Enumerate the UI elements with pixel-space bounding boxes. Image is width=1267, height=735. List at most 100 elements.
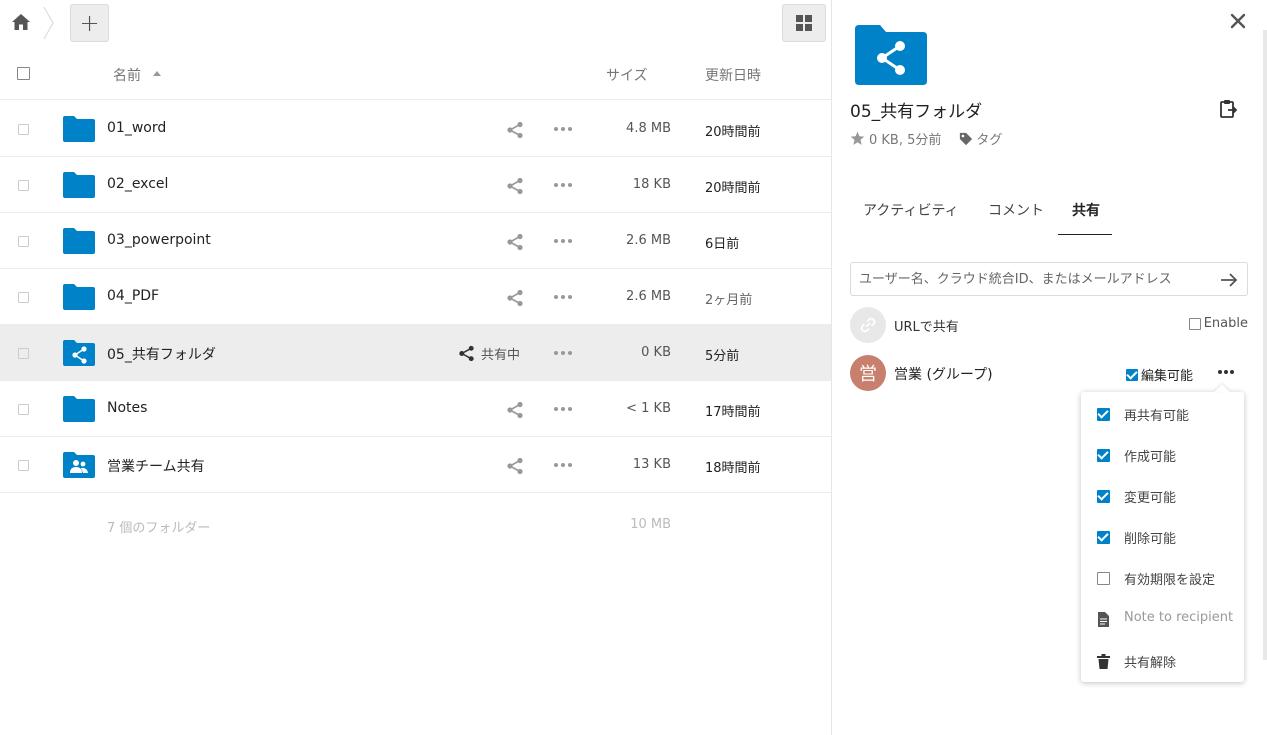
share-icon[interactable] [506, 401, 524, 419]
file-size: 0 KB [641, 345, 671, 360]
table-row[interactable]: Notes < 1 KB 17時間前 [0, 381, 831, 437]
sidebar-file-title: 05_共有フォルダ [850, 102, 983, 122]
more-actions-icon[interactable] [554, 291, 572, 303]
new-button[interactable]: + [70, 4, 109, 42]
can-edit-checkbox[interactable]: 編集可能 [1126, 365, 1193, 384]
file-size: 2.6 MB [626, 289, 671, 304]
menu-item-label: 有効期限を設定 [1124, 573, 1216, 588]
checkbox-checked-icon [1096, 407, 1110, 421]
link-share-label: URLで共有 [894, 320, 959, 335]
arrow-right-icon[interactable] [1219, 270, 1239, 290]
sort-ascending-icon [153, 71, 161, 76]
home-icon [12, 14, 30, 30]
row-checkbox[interactable] [18, 180, 29, 191]
menu-item-can-reshare[interactable]: 再共有可能 [1081, 393, 1244, 434]
table-row-selected[interactable]: 05_共有フォルダ 共有中 0 KB 5分前 [0, 325, 831, 381]
file-name[interactable]: 03_powerpoint [107, 232, 211, 248]
file-size: 4.8 MB [626, 121, 671, 136]
folder-icon [63, 284, 95, 310]
file-modified: 17時間前 [705, 405, 761, 420]
file-name[interactable]: 05_共有フォルダ [107, 344, 216, 364]
row-checkbox[interactable] [18, 292, 29, 303]
menu-item-label: 作成可能 [1124, 450, 1177, 465]
file-meta-text: 0 KB, 5分前 [869, 133, 942, 148]
column-modified[interactable]: 更新日時 [705, 65, 761, 85]
folder-icon [63, 116, 95, 142]
table-row[interactable]: 01_word 4.8 MB 20時間前 [0, 101, 831, 157]
file-list-header: 名前 サイズ 更新日時 [0, 56, 831, 100]
column-size[interactable]: サイズ [606, 65, 648, 85]
checkbox-empty-icon [1188, 317, 1201, 330]
more-actions-icon[interactable] [554, 179, 572, 191]
sidebar-scrollbar[interactable] [1263, 30, 1267, 660]
select-all-checkbox[interactable] [17, 67, 30, 80]
share-with-input[interactable] [851, 263, 1211, 295]
total-size-summary: 10 MB [630, 517, 671, 532]
menu-item-label: 再共有可能 [1124, 409, 1190, 424]
more-options-icon[interactable] [1218, 370, 1234, 376]
more-actions-icon[interactable] [554, 235, 572, 247]
tab-comments[interactable]: コメント [988, 200, 1044, 220]
can-edit-label: 編集可能 [1141, 369, 1194, 384]
file-modified: 18時間前 [705, 461, 761, 476]
share-icon[interactable] [506, 289, 524, 307]
file-meta: 0 KB, 5分前 タグ [850, 129, 1002, 148]
tab-sharing[interactable]: 共有 [1072, 200, 1100, 220]
row-checkbox[interactable] [18, 124, 29, 135]
share-icon[interactable] [506, 233, 524, 251]
link-icon [860, 317, 876, 333]
active-tab-indicator [1058, 234, 1112, 235]
file-name[interactable]: 04_PDF [107, 288, 159, 304]
menu-item-can-delete[interactable]: 削除可能 [1081, 516, 1244, 557]
tags-label: タグ [976, 133, 1003, 148]
row-checkbox[interactable] [18, 236, 29, 247]
folder-icon [63, 228, 95, 254]
tab-activity[interactable]: アクティビティ [863, 200, 959, 220]
file-size: 2.6 MB [626, 233, 671, 248]
share-icon[interactable] [506, 177, 524, 195]
menu-item-note-to-recipient[interactable]: Note to recipient [1081, 598, 1244, 639]
star-icon[interactable] [850, 131, 865, 146]
tags-button[interactable]: タグ [959, 129, 1002, 148]
share-options-menu: 再共有可能 作成可能 変更可能 削除可能 有効期限を設定 Note to rec… [1081, 392, 1244, 682]
breadcrumb-separator [43, 6, 54, 40]
home-breadcrumb[interactable] [10, 11, 32, 33]
row-checkbox[interactable] [18, 348, 29, 359]
more-actions-icon[interactable] [554, 403, 572, 415]
link-avatar [850, 307, 886, 343]
row-checkbox[interactable] [18, 404, 29, 415]
table-row[interactable]: 04_PDF 2.6 MB 2ヶ月前 [0, 269, 831, 325]
table-row[interactable]: 営業チーム共有 13 KB 18時間前 [0, 437, 831, 493]
menu-item-label: 変更可能 [1124, 491, 1177, 506]
menu-item-unshare[interactable]: 共有解除 [1081, 640, 1244, 681]
avatar: 営 [850, 355, 886, 391]
row-checkbox[interactable] [18, 460, 29, 471]
column-name[interactable]: 名前 [113, 65, 141, 85]
close-icon[interactable] [1229, 12, 1247, 30]
more-actions-icon[interactable] [554, 123, 572, 135]
more-actions-icon[interactable] [554, 459, 572, 471]
more-actions-icon[interactable] [554, 347, 572, 359]
note-icon [1097, 611, 1109, 627]
file-name[interactable]: 営業チーム共有 [107, 456, 205, 476]
checkbox-checked-icon [1096, 489, 1110, 503]
share-icon[interactable] [506, 121, 524, 139]
file-name[interactable]: 02_excel [107, 176, 168, 192]
file-name[interactable]: 01_word [107, 120, 166, 136]
table-row[interactable]: 03_powerpoint 2.6 MB 6日前 [0, 213, 831, 269]
file-name[interactable]: Notes [107, 400, 147, 416]
grid-view-toggle[interactable] [782, 4, 826, 42]
file-modified: 5分前 [705, 349, 740, 364]
share-icon [459, 345, 474, 361]
trash-icon [1096, 653, 1110, 669]
share-icon[interactable] [506, 457, 524, 475]
clipboard-icon[interactable] [1218, 99, 1238, 119]
table-row[interactable]: 02_excel 18 KB 20時間前 [0, 157, 831, 213]
grid-icon [796, 15, 812, 31]
menu-item-can-change[interactable]: 変更可能 [1081, 475, 1244, 516]
menu-item-can-create[interactable]: 作成可能 [1081, 434, 1244, 475]
menu-item-set-expiration[interactable]: 有効期限を設定 [1081, 557, 1244, 598]
sidebar-tabs: アクティビティ コメント 共有 [850, 190, 1248, 236]
shared-status-button[interactable]: 共有中 [458, 343, 520, 363]
enable-link-checkbox[interactable]: Enable [1188, 316, 1248, 331]
